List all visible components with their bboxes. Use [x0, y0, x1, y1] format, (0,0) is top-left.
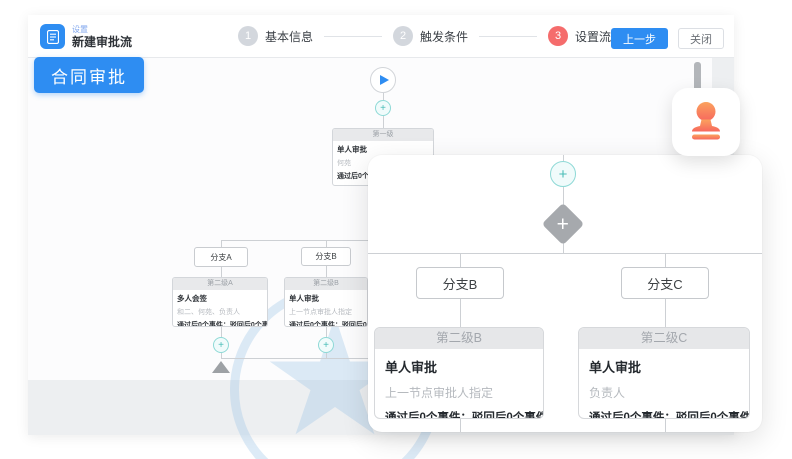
connector-line: [665, 253, 666, 267]
step-3-number: 3: [548, 26, 568, 46]
wizard-steps: 1 基本信息 2 触发条件 3 设置流程: [238, 26, 623, 46]
branch-b-node[interactable]: 分支B: [301, 247, 351, 266]
connector-line: [326, 240, 327, 247]
step-2-label: 触发条件: [420, 28, 468, 45]
events-summary: 通过后0个事件；驳回后0个事件: [385, 409, 533, 419]
flow-name-label: 合同审批: [51, 63, 127, 88]
add-node-button[interactable]: +: [318, 337, 334, 353]
add-node-button[interactable]: +: [213, 337, 229, 353]
connector-line: [221, 240, 222, 247]
step-connector: [479, 36, 537, 37]
level2b-card[interactable]: 第二级B 单人审批 上一节点审批人指定 通过后0个事件；驳回后0个事件: [374, 327, 544, 419]
breadcrumb: 设置: [72, 25, 132, 35]
step-trigger-condition[interactable]: 2 触发条件: [393, 26, 468, 46]
connector-line: [665, 299, 666, 327]
branch-line: [368, 253, 762, 254]
topbar: 设置 新建审批流 1 基本信息 2 触发条件 3 设置流程: [28, 15, 734, 58]
connector-line: [460, 253, 461, 267]
level1-card-header: 第一级: [333, 129, 433, 141]
connector-line: [221, 327, 222, 337]
plus-icon: +: [218, 340, 224, 351]
collapse-triangle-icon[interactable]: [212, 361, 230, 373]
stamp-card: [672, 88, 740, 156]
gateway-plus-icon: +: [557, 213, 569, 234]
branch-a-label: 分支A: [210, 252, 231, 263]
zoomed-flow-panel: + + 分支B 分支C 第二级B 单人审批 上一节点审批人指定 通过后0个事件；…: [368, 155, 762, 432]
connector-line: [665, 419, 666, 432]
connector-line: [460, 299, 461, 327]
connector-line: [383, 116, 384, 128]
level2b-card[interactable]: 第二级B 单人审批 上一节点审批人指定 通过后0个事件；驳回后0个事件: [284, 277, 368, 327]
approval-type: 多人会签: [177, 293, 263, 304]
level2a-card-header: 第二级A: [173, 278, 267, 290]
connector-line: [326, 266, 327, 277]
level2c-card[interactable]: 第二级C 单人审批 负责人 通过后0个事件；驳回后0个事件: [578, 327, 750, 419]
step-basic-info[interactable]: 1 基本信息: [238, 26, 313, 46]
plus-icon: +: [559, 166, 568, 183]
connector-line: [460, 419, 461, 432]
play-icon: [380, 75, 389, 85]
step-1-number: 1: [238, 26, 258, 46]
connector-line: [326, 327, 327, 337]
document-icon: [47, 30, 59, 44]
approver-rule: 上一节点审批人指定: [385, 384, 533, 401]
add-node-button[interactable]: +: [550, 161, 576, 187]
start-node[interactable]: [370, 67, 396, 93]
events-summary: 通过后0个事件；驳回后0个事件: [589, 409, 739, 419]
level2a-card[interactable]: 第二级A 多人会签 和二、何苑、负责人 通过后0个事件；驳回后0个事件: [172, 277, 268, 327]
stamp-icon: [687, 101, 725, 143]
plus-icon: +: [323, 340, 329, 351]
approval-type: 单人审批: [385, 357, 533, 376]
step-1-label: 基本信息: [265, 28, 313, 45]
approver-rule: 负责人: [589, 384, 739, 401]
flow-name-tag: 合同审批: [34, 57, 144, 93]
plus-icon: +: [380, 103, 386, 114]
connector-line: [221, 267, 222, 277]
events-summary: 通过后0个事件；驳回后0个事件: [177, 320, 263, 327]
branch-b-label: 分支B: [315, 251, 336, 262]
level2b-card-header: 第二级B: [285, 278, 367, 290]
branch-c-node[interactable]: 分支C: [621, 267, 709, 299]
branch-b-label: 分支B: [443, 274, 478, 293]
prev-step-button[interactable]: 上一步: [611, 28, 668, 49]
gateway-node[interactable]: +: [542, 203, 584, 245]
branch-b-node[interactable]: 分支B: [416, 267, 504, 299]
approval-type: 单人审批: [289, 293, 363, 304]
close-button[interactable]: 关闭: [678, 28, 724, 49]
approver-rule: 上一节点审批人指定: [289, 307, 363, 317]
approval-app-icon: [40, 24, 65, 49]
add-node-button[interactable]: +: [375, 100, 391, 116]
approval-type: 单人审批: [589, 357, 739, 376]
connector-line: [563, 243, 564, 253]
approval-type: 单人审批: [337, 144, 429, 155]
app-identity: 设置 新建审批流: [40, 24, 132, 49]
page: 设置 新建审批流 1 基本信息 2 触发条件 3 设置流程: [0, 0, 792, 459]
branch-c-label: 分支C: [647, 274, 682, 293]
connector-line: [383, 93, 384, 100]
approver-names: 和二、何苑、负责人: [177, 307, 263, 317]
level2b-card-header: 第二级B: [375, 328, 543, 349]
page-title: 新建审批流: [72, 35, 132, 49]
events-summary: 通过后0个事件；驳回后0个事件: [289, 320, 363, 327]
level2c-card-header: 第二级C: [579, 328, 749, 349]
branch-a-node[interactable]: 分支A: [194, 247, 248, 267]
step-connector: [324, 36, 382, 37]
step-2-number: 2: [393, 26, 413, 46]
